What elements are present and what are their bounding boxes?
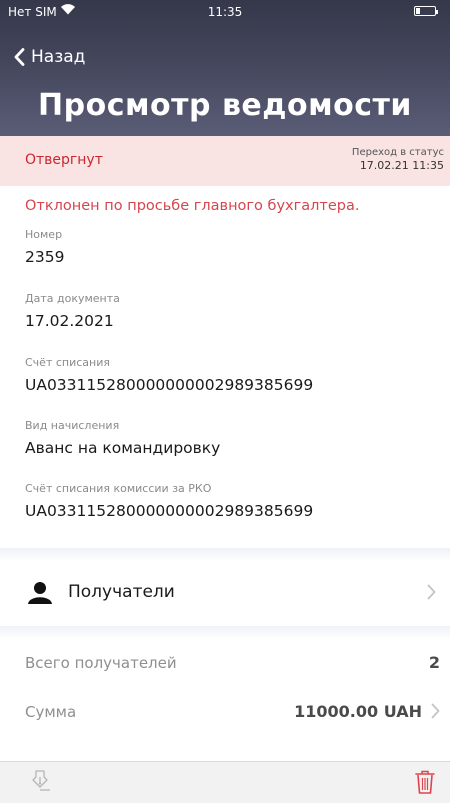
field-label: Счёт списания комиссии за РКО — [25, 482, 212, 495]
back-label: Назад — [31, 47, 86, 67]
field-label: Номер — [25, 228, 63, 241]
section-divider — [0, 548, 450, 562]
page-title: Просмотр ведомости — [38, 88, 412, 123]
recipients-row[interactable]: Получатели — [0, 562, 450, 626]
sign-document-icon[interactable] — [30, 769, 54, 799]
chevron-right-icon — [427, 584, 436, 604]
field-value: 17.02.2021 — [25, 312, 114, 330]
total-recipients-value: 2 — [428, 653, 440, 672]
field-commission-account: Счёт списания комиссии за РКО UA03311528… — [25, 482, 313, 520]
sum-value[interactable]: 11000.00 UAH — [294, 702, 422, 721]
chevron-right-icon[interactable] — [431, 703, 440, 723]
person-icon — [27, 581, 53, 609]
status-badge: Отвергнут — [25, 152, 103, 168]
field-label: Вид начисления — [25, 419, 120, 432]
field-label: Дата документа — [25, 292, 120, 305]
field-debit-account: Счёт списания UA033115280000000002989385… — [25, 356, 313, 394]
field-document-date: Дата документа 17.02.2021 — [25, 292, 120, 330]
battery-icon — [414, 6, 438, 16]
field-value: Аванс на командировку — [25, 439, 221, 457]
recipients-label: Получатели — [68, 582, 175, 602]
field-accrual-type: Вид начисления Аванс на командировку — [25, 419, 220, 457]
back-button[interactable]: Назад — [14, 44, 85, 70]
nav-header: Нет SIM 11:35 Назад Просмотр ведомости — [0, 0, 450, 136]
field-value: UA033115280000000002989385699 — [25, 502, 314, 520]
chevron-left-icon — [14, 48, 25, 66]
field-label: Счёт списания — [25, 356, 110, 369]
status-banner: Отвергнут Переход в статус 17.02.21 11:3… — [0, 136, 450, 186]
field-number: Номер 2359 — [25, 228, 64, 266]
section-divider — [0, 626, 450, 640]
clock: 11:35 — [207, 5, 243, 19]
status-transition-date: 17.02.21 11:35 — [359, 159, 444, 172]
bottom-toolbar — [0, 761, 450, 803]
reject-reason: Отклонен по просьбе главного бухгалтера. — [25, 198, 360, 214]
system-status-bar: Нет SIM 11:35 — [0, 0, 450, 24]
field-value: 2359 — [25, 248, 65, 266]
total-recipients-label: Всего получателей — [25, 654, 177, 672]
trash-icon[interactable] — [414, 769, 436, 799]
status-transition-label: Переход в статус — [351, 147, 444, 158]
sum-label: Сумма — [25, 703, 77, 721]
status-transition: Переход в статус 17.02.21 11:35 — [352, 146, 444, 172]
field-value: UA033115280000000002989385699 — [25, 376, 314, 394]
